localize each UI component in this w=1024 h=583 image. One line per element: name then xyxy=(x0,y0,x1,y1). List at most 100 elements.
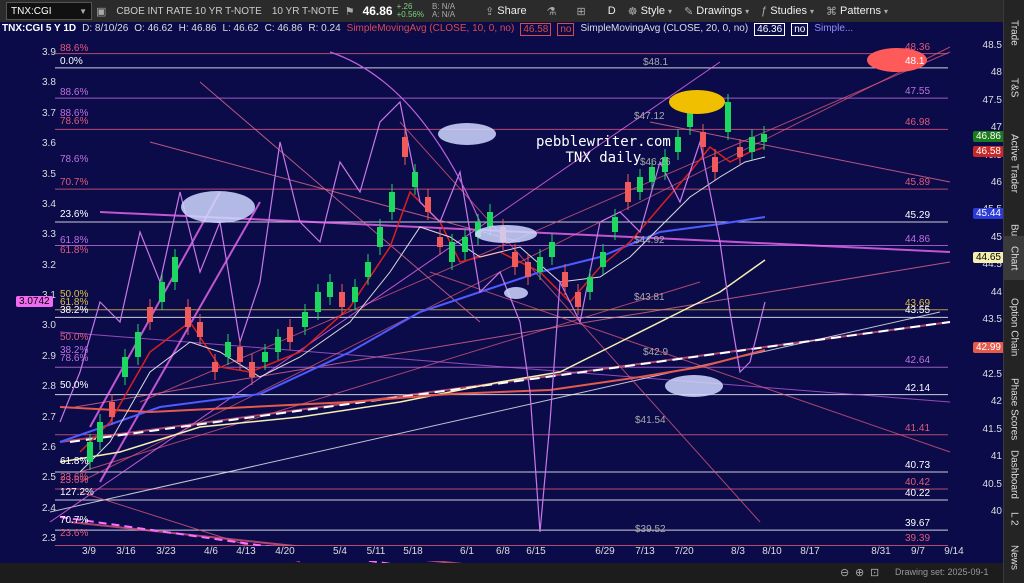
annotation-line1: pebblewriter.com xyxy=(536,134,671,150)
sidebar-tab-dashboard[interactable]: Dashboard xyxy=(1004,448,1024,500)
left-axis-label: 3.5 xyxy=(42,168,56,180)
fib-right-label: 42.64 xyxy=(905,355,931,367)
change-percent: +0.56% xyxy=(396,10,424,19)
zoom-in-icon[interactable]: ⊕ xyxy=(855,566,864,579)
fib-left-label: 50.0% xyxy=(60,332,89,343)
sidebar-tab-chart[interactable]: Chart xyxy=(1004,236,1024,280)
x-axis-label: 9/7 xyxy=(911,546,925,557)
style-button[interactable]: ☸ Style ▾ xyxy=(628,5,672,18)
flask-icon: ⚗ xyxy=(546,5,557,18)
candle-body xyxy=(225,342,231,357)
left-axis-label: 3.6 xyxy=(42,138,56,150)
candle-body xyxy=(425,197,431,212)
fib-mid-label: $46.26 xyxy=(640,157,671,168)
left-price-tag: 3.0742 xyxy=(16,296,53,307)
studies-button[interactable]: ƒ Studies ▾ xyxy=(761,5,814,17)
fib-left-label: 50.0% xyxy=(60,380,89,391)
left-axis-label: 2.9 xyxy=(42,350,56,362)
left-axis-label: 3.2 xyxy=(42,259,56,271)
net-change: +.26 +0.56% xyxy=(397,3,424,19)
sidebar-tab-label: L 2 xyxy=(1008,512,1020,526)
chart-canvas[interactable] xyxy=(0,22,1004,568)
zoom-fit-icon[interactable]: ⊡ xyxy=(870,566,879,579)
candle-body xyxy=(749,137,755,152)
candle-body xyxy=(315,292,321,312)
left-axis-label: 2.3 xyxy=(42,533,56,544)
left-axis-label: 2.4 xyxy=(42,502,56,514)
fib-right-label: 41.41 xyxy=(905,422,931,434)
sidebar-tab-news[interactable]: News xyxy=(1004,536,1024,580)
left-axis-label: 3.9 xyxy=(42,47,56,58)
link-icon[interactable]: ▣ xyxy=(96,5,106,18)
candle-body xyxy=(109,402,115,417)
fib-left-label: 38.2% xyxy=(60,305,89,316)
patterns-button[interactable]: ⌘ Patterns ▾ xyxy=(826,5,888,18)
sidebar-tab-active-trader[interactable]: Active Trader xyxy=(1004,118,1024,208)
x-axis-label: 8/17 xyxy=(800,546,820,557)
fib-left-label: 61.8% xyxy=(60,245,89,256)
x-axis-label: 5/11 xyxy=(366,546,386,557)
right-axis-label: 48 xyxy=(990,67,1002,79)
drawing-set-label[interactable]: Drawing set: 2025-09-1 xyxy=(895,567,989,577)
right-axis-label: 43.5 xyxy=(982,314,1002,326)
left-axis-label: 2.5 xyxy=(42,472,56,484)
style-icon: ☸ xyxy=(627,5,638,18)
highlight-ellipse xyxy=(438,123,496,145)
fib-mid-label: $48.1 xyxy=(643,57,669,68)
fib-right-label: 44.86 xyxy=(905,233,931,245)
fib-left-label: 78.6% xyxy=(60,154,89,165)
fib-left-label: 78.6% xyxy=(60,353,89,364)
candle-body xyxy=(637,177,643,192)
ask-value: A: N/A xyxy=(431,10,456,19)
grid-button[interactable]: ⊞ xyxy=(577,5,586,18)
x-axis-label: 8/10 xyxy=(762,546,782,557)
sidebar-tab-option-chain[interactable]: Option Chain xyxy=(1004,282,1024,372)
grid-icon: ⊞ xyxy=(576,5,586,18)
fib-left-label: 127.2% xyxy=(60,487,94,498)
fib-left-label: 70.7% xyxy=(60,177,89,188)
symbol-description-short: 10 YR T-NOTE xyxy=(271,5,339,17)
candle-body xyxy=(97,422,103,442)
sidebar-tab-trade[interactable]: Trade xyxy=(1004,4,1024,62)
fib-right-label: 48.1 xyxy=(905,55,925,67)
fib-right-label: 40.22 xyxy=(905,487,931,499)
candle-body xyxy=(625,182,631,202)
highlight-ellipse xyxy=(181,191,255,223)
patterns-label: Patterns xyxy=(840,5,881,17)
candle-body xyxy=(352,287,358,302)
share-button[interactable]: ⇪ Share xyxy=(485,5,527,18)
flag-icon[interactable]: ⚑ xyxy=(345,5,355,18)
candle-body xyxy=(249,362,255,377)
patterns-chevron-icon: ▾ xyxy=(883,6,888,16)
ma-more-label: Simple... xyxy=(814,23,854,34)
bottom-bar: ⊖ ⊕ ⊡ Drawing set: 2025-09-1 xyxy=(0,563,1004,583)
period-button[interactable]: D xyxy=(608,5,616,17)
x-axis-label: 6/29 xyxy=(595,546,615,557)
symbol-input[interactable]: TNX:CGI ▼ xyxy=(6,2,92,20)
x-axis-label: 6/15 xyxy=(526,546,546,557)
sidebar-tab-label: Active Trader xyxy=(1008,133,1020,193)
style-chevron-icon: ▾ xyxy=(668,6,673,16)
sidebar-tab-l-2[interactable]: L 2 xyxy=(1004,504,1024,534)
ma200-tag: 42.99 xyxy=(972,342,1004,353)
fib-right-label: 48.36 xyxy=(905,41,931,53)
trend-line xyxy=(649,121,951,183)
drawings-button[interactable]: ✎ Drawings ▾ xyxy=(684,5,749,18)
bar-range: R: 0.24 xyxy=(308,23,341,34)
ma50-line xyxy=(59,216,766,443)
x-axis-label: 3/16 xyxy=(116,546,136,557)
sidebar-tab-t-s[interactable]: T&S xyxy=(1004,62,1024,114)
fib-right-label: 43.55 xyxy=(905,305,931,317)
candle-body xyxy=(412,172,418,187)
candle-body xyxy=(377,227,383,247)
zoom-out-icon[interactable]: ⊖ xyxy=(840,566,849,579)
x-axis-label: 4/13 xyxy=(236,546,256,557)
sidebar-tab-phase-scores[interactable]: Phase Scores xyxy=(1004,374,1024,444)
fib-right-label: 45.89 xyxy=(905,177,931,189)
fib-right-label: 47.55 xyxy=(905,86,931,98)
chevron-down-icon[interactable]: ▼ xyxy=(79,7,87,16)
candle-body xyxy=(159,282,165,302)
right-axis-label: 48.5 xyxy=(982,40,1002,51)
flask-button[interactable]: ⚗ xyxy=(547,5,557,18)
price-chart[interactable]: TNX:CGI 5 Y 1D D: 8/10/26 O: 46.62 H: 46… xyxy=(0,22,1004,568)
